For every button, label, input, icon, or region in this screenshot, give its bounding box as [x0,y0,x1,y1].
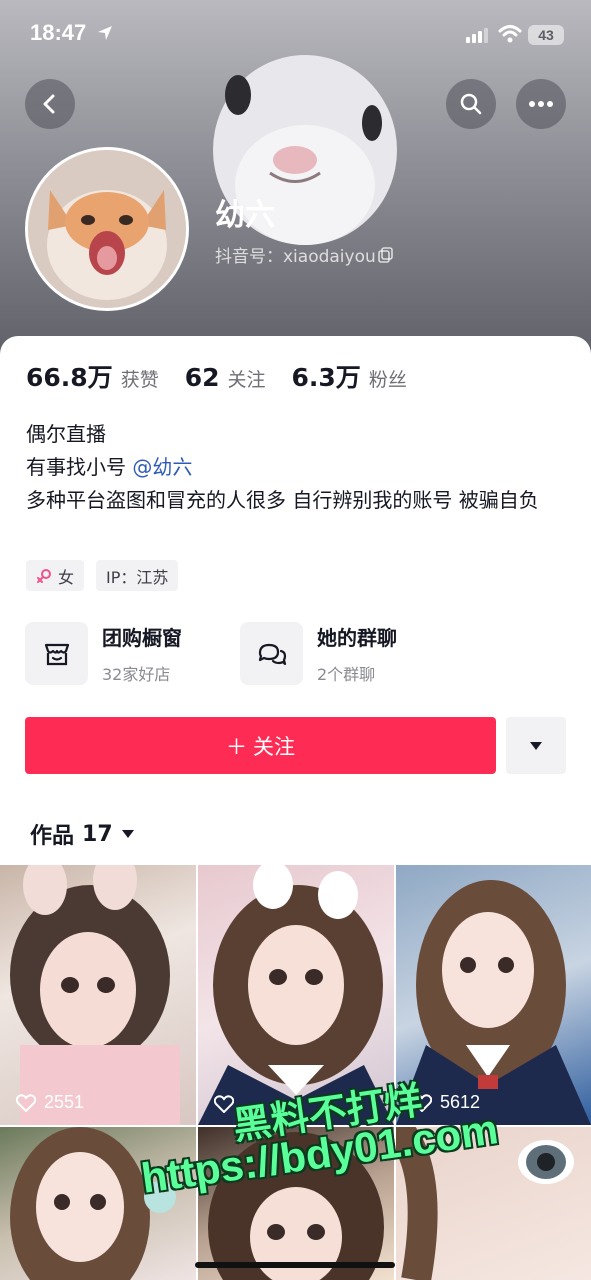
back-button[interactable] [25,79,75,129]
more-button[interactable] [516,79,566,129]
douyin-id-text: 抖音号：xiaodaiyou [215,247,376,267]
gender-tag: 女 [26,560,85,591]
copy-icon[interactable] [377,246,394,263]
video-thumbnail[interactable] [198,1127,394,1280]
thumbnail-image [198,865,394,1125]
profile-nickname: 幼六 [215,198,275,233]
status-time: 18:47 [30,20,87,45]
following-label[interactable]: 关注 [228,365,266,392]
chevron-left-icon [43,94,55,114]
video-thumbnail[interactable] [198,865,394,1125]
video-grid: 2551 5612 [0,865,591,1280]
shop-icon-box [25,622,88,685]
likes-count: 66.8万 [26,363,113,392]
likes-label: 获赞 [120,369,159,391]
followers-count[interactable]: 6.3万 [292,358,361,394]
likes-count-text: 5612 [440,1092,481,1112]
home-indicator[interactable] [195,1262,395,1268]
works-tab[interactable]: 作品 17 [30,818,135,850]
heart-icon [214,1095,234,1113]
chat-icon-box [240,622,303,685]
bio-mention-link[interactable]: @幼六 [132,455,192,479]
video-thumbnail[interactable]: 2551 [0,865,196,1125]
video-thumbnail[interactable]: 5612 [396,865,591,1125]
avatar-image [28,150,186,308]
thumbnail-image [208,1132,384,1280]
thumbnail-likes: 2551 [16,1092,84,1113]
follow-button[interactable]: ＋ 关注 [25,717,496,774]
group-buy-title: 团购橱窗 [102,626,182,650]
bio-line-2-text: 有事找小号 [26,455,126,479]
douyin-id[interactable]: 抖音号：xiaodaiyou [215,242,394,267]
video-thumbnail[interactable] [0,1127,196,1280]
shop-icon [44,643,69,665]
follow-label: 关注 [253,734,295,759]
thumbnail-likes [214,1095,242,1113]
works-label: 作品 [30,824,75,849]
video-thumbnail[interactable] [396,1127,591,1280]
avatar[interactable] [25,147,189,311]
heart-icon [412,1093,432,1112]
thumbnail-image [10,865,180,1125]
thumbnail-image [10,1127,176,1280]
bio: 偶尔直播 有事找小号 @幼六 多种平台盗图和冒充的人很多 自行辨别我的账号 被骗… [26,418,566,517]
bio-line-1: 偶尔直播 [26,422,106,446]
chat-bubbles-icon [258,643,286,665]
profile-tags: 女 IP：江苏 [26,560,179,591]
caret-down-icon [530,741,542,750]
group-buy-window[interactable]: 团购橱窗 32家好店 [25,622,182,685]
group-chats[interactable]: 她的群聊 2个群聊 [240,622,397,685]
caret-down-icon [121,830,134,838]
signal-icon [466,28,488,43]
wifi-icon [498,25,522,43]
status-bar: 18:47 43 [0,0,591,70]
group-chats-title: 她的群聊 [317,626,397,650]
thumbnail-image [396,1127,574,1280]
heart-icon [16,1093,36,1112]
more-dots-icon [529,101,553,107]
recommend-dropdown-button[interactable] [506,717,566,774]
female-icon [37,568,51,583]
following-count[interactable]: 62 [185,363,220,392]
thumbnail-image [396,880,591,1125]
thumbnail-likes: 5612 [412,1092,480,1113]
location-arrow-icon [98,26,112,40]
group-chats-sub: 2个群聊 [317,665,376,684]
ip-tag: IP：江苏 [96,560,179,591]
search-icon [460,93,482,115]
plus-icon: ＋ [226,734,247,759]
gender-text: 女 [58,567,75,587]
bio-line-2: 有事找小号 @幼六 [26,451,566,484]
likes-count-text: 2551 [44,1092,85,1112]
bio-line-3: 多种平台盗图和冒充的人很多 自行辨别我的账号 被骗自负 [26,488,539,512]
stats-row: 66.8万 获赞 62 关注 6.3万 粉丝 [26,358,433,394]
group-buy-sub: 32家好店 [102,665,171,684]
search-button[interactable] [446,79,496,129]
battery-icon: 43 [528,25,564,45]
followers-label[interactable]: 粉丝 [369,365,407,392]
works-count: 17 [82,821,113,847]
ip-text: IP：江苏 [106,567,169,587]
